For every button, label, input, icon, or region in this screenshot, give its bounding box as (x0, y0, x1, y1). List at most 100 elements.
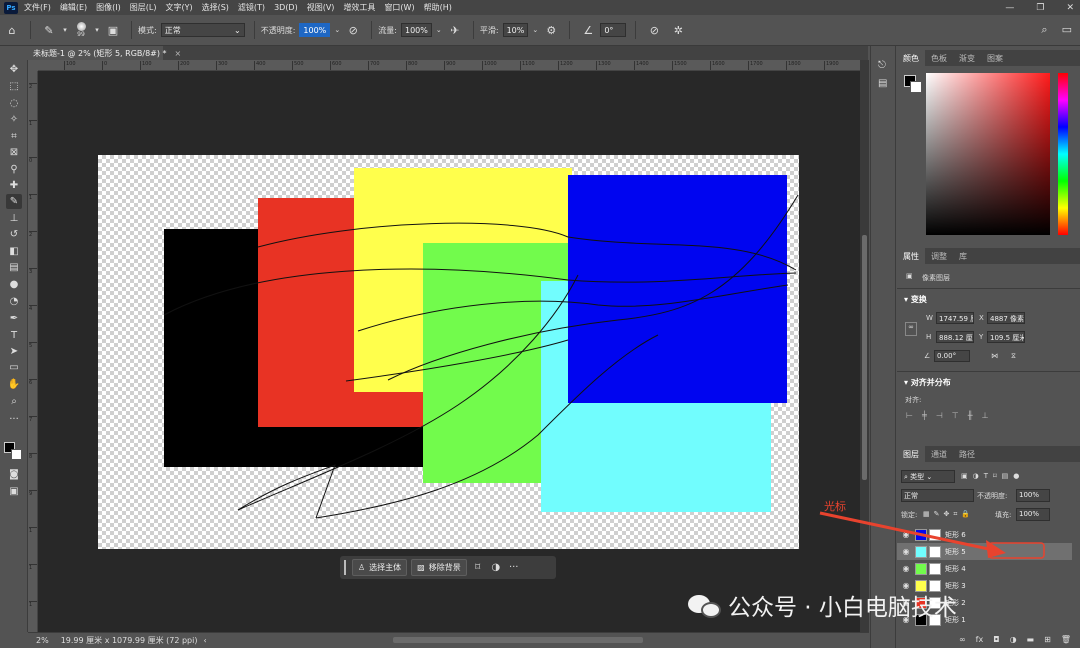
opacity-input[interactable]: 100% (299, 23, 331, 37)
brush-settings-icon[interactable]: ▣ (106, 23, 120, 37)
tab-libraries[interactable]: 库 (953, 248, 973, 264)
layer-row[interactable]: ◉ 矩形 4 (897, 560, 1072, 577)
tab-gradients[interactable]: 渐变 (953, 50, 981, 66)
chevron-down-icon[interactable]: ⌄ (333, 23, 341, 37)
close-button[interactable]: ✕ (1066, 3, 1074, 13)
transform-icon[interactable]: ⌑ (471, 559, 485, 576)
tab-adjustments[interactable]: 调整 (925, 248, 953, 264)
flow-input[interactable]: 100% (400, 23, 432, 37)
menu-image[interactable]: 图像(I) (96, 2, 121, 13)
type-tool-icon[interactable]: T (6, 328, 22, 343)
eraser-icon[interactable]: ◧ (6, 244, 22, 259)
move-tool-icon[interactable]: ✥ (6, 62, 22, 77)
pressure-size-icon[interactable]: ⊘ (647, 23, 661, 37)
chevron-down-icon[interactable]: ▾ (93, 23, 101, 37)
marquee-tool-icon[interactable]: ⬚ (6, 79, 22, 94)
clone-stamp-icon[interactable]: ⊥ (6, 211, 22, 226)
eye-icon[interactable]: ◉ (897, 547, 915, 556)
blend-mode-select[interactable]: 正常 (901, 489, 974, 502)
fx-icon[interactable]: fx (976, 635, 984, 644)
align-left-icon[interactable]: ⊢ (906, 411, 913, 420)
vertical-scrollbar[interactable] (860, 60, 869, 632)
select-subject-button[interactable]: ♙ 选择主体 (352, 559, 408, 576)
flip-vertical-icon[interactable]: ⧖ (1011, 352, 1016, 361)
symmetry-icon[interactable]: ✲ (671, 23, 685, 37)
fill-input[interactable]: 100% (1016, 508, 1050, 521)
angle-input[interactable]: 0.00° (934, 350, 970, 362)
zoom-level[interactable]: 2% (36, 636, 49, 645)
path-selection-icon[interactable]: ➤ (6, 344, 22, 359)
tab-properties[interactable]: 属性 (897, 248, 925, 264)
frame-tool-icon[interactable]: ⊠ (6, 145, 22, 160)
remove-background-button[interactable]: ▨ 移除背景 (411, 559, 467, 576)
width-input[interactable]: 1747.59 厘 (936, 312, 974, 324)
hue-slider[interactable] (1058, 73, 1068, 235)
menu-window[interactable]: 窗口(W) (384, 2, 414, 13)
chevron-down-icon[interactable]: ▾ (904, 295, 908, 304)
tab-patterns[interactable]: 图案 (981, 50, 1009, 66)
align-right-icon[interactable]: ⊣ (936, 411, 943, 420)
chevron-down-icon[interactable]: ▾ (904, 378, 908, 387)
workspace-icon[interactable]: ▭ (1062, 23, 1072, 37)
eye-icon[interactable]: ◉ (897, 530, 915, 539)
layer-filter-icons[interactable]: ▣◑T⌑▤● (961, 472, 1024, 480)
menu-layer[interactable]: 图层(L) (130, 2, 157, 13)
more-tools-icon[interactable]: ··· (6, 412, 22, 427)
chevron-down-icon[interactable]: ⌄ (435, 23, 443, 37)
pressure-opacity-icon[interactable]: ⊘ (346, 23, 360, 37)
pen-tool-icon[interactable]: ✒ (6, 311, 22, 326)
dodge-tool-icon[interactable]: ◔ (6, 294, 22, 309)
more-options-button[interactable]: ··· (507, 559, 521, 576)
screen-mode-icon[interactable]: ▣ (6, 484, 22, 499)
brush-preset-picker[interactable]: 99 (71, 18, 91, 42)
brush-tool-icon[interactable]: ✎ (42, 23, 56, 37)
layer-opacity-input[interactable]: 100% (1016, 489, 1050, 502)
horizontal-scrollbar[interactable] (393, 637, 643, 643)
adjustment-icon[interactable]: ◑ (489, 559, 503, 576)
healing-brush-icon[interactable]: ✚ (6, 178, 22, 193)
airbrush-icon[interactable]: ✈ (448, 23, 462, 37)
gear-icon[interactable]: ⚙ (544, 23, 558, 37)
history-panel-icon[interactable]: ⎋ (878, 60, 890, 72)
mode-select[interactable]: 正常 ⌄ (160, 23, 245, 37)
chevron-down-icon[interactable]: ▾ (61, 23, 69, 37)
color-swatches[interactable] (4, 442, 24, 462)
document-tab[interactable]: 未标题-1 @ 2% (矩形 5, RGB/8#) * × (28, 46, 181, 60)
y-input[interactable]: 109.5 厘米 (987, 331, 1025, 343)
gradient-tool-icon[interactable]: ▤ (6, 260, 22, 275)
crop-tool-icon[interactable]: ⌗ (6, 129, 22, 144)
tab-layers[interactable]: 图层 (897, 446, 925, 462)
menu-select[interactable]: 选择(S) (202, 2, 229, 13)
add-mask-icon[interactable]: ◘ (993, 635, 999, 644)
history-brush-icon[interactable]: ↺ (6, 227, 22, 242)
quick-mask-icon[interactable]: ◙ (6, 467, 22, 482)
new-layer-icon[interactable]: ⊞ (1044, 635, 1051, 644)
lasso-tool-icon[interactable]: ◌ (6, 96, 22, 111)
eyedropper-icon[interactable]: ⚲ (6, 162, 22, 177)
smooth-input[interactable]: 10% (502, 23, 529, 37)
canvas-workspace[interactable]: ♙ 选择主体 ▨ 移除背景 ⌑ ◑ ··· (38, 71, 860, 632)
link-layers-icon[interactable]: ∞ (959, 635, 966, 644)
eye-icon[interactable]: ◉ (897, 564, 915, 573)
align-center-h-icon[interactable]: ╪ (922, 411, 927, 420)
minimize-button[interactable]: — (1005, 3, 1014, 13)
lock-icons[interactable]: ▦✎✥⌗🔒 (923, 510, 974, 519)
align-center-v-icon[interactable]: ╫ (968, 411, 973, 420)
menu-plugins[interactable]: 增效工具 (343, 2, 375, 13)
rectangle-tool-icon[interactable]: ▭ (6, 360, 22, 375)
menu-help[interactable]: 帮助(H) (424, 2, 452, 13)
maximize-button[interactable]: ❐ (1036, 3, 1044, 13)
search-icon[interactable]: ⌕ (1041, 23, 1047, 37)
align-top-icon[interactable]: ⊤ (952, 411, 959, 420)
magic-wand-icon[interactable]: ✧ (6, 112, 22, 127)
tab-channels[interactable]: 通道 (925, 446, 953, 462)
angle-input[interactable]: 0° (600, 23, 627, 37)
menu-3d[interactable]: 3D(D) (274, 3, 298, 12)
folder-icon[interactable]: ▬ (1027, 635, 1035, 644)
link-icon[interactable]: ∞ (905, 322, 917, 336)
x-input[interactable]: 4887 像素 (987, 312, 1025, 324)
layer-row[interactable]: ◉ 矩形 5 (897, 543, 1072, 560)
tab-color[interactable]: 颜色 (897, 50, 925, 66)
menu-filter[interactable]: 滤镜(T) (238, 2, 265, 13)
tab-paths[interactable]: 路径 (953, 446, 981, 462)
